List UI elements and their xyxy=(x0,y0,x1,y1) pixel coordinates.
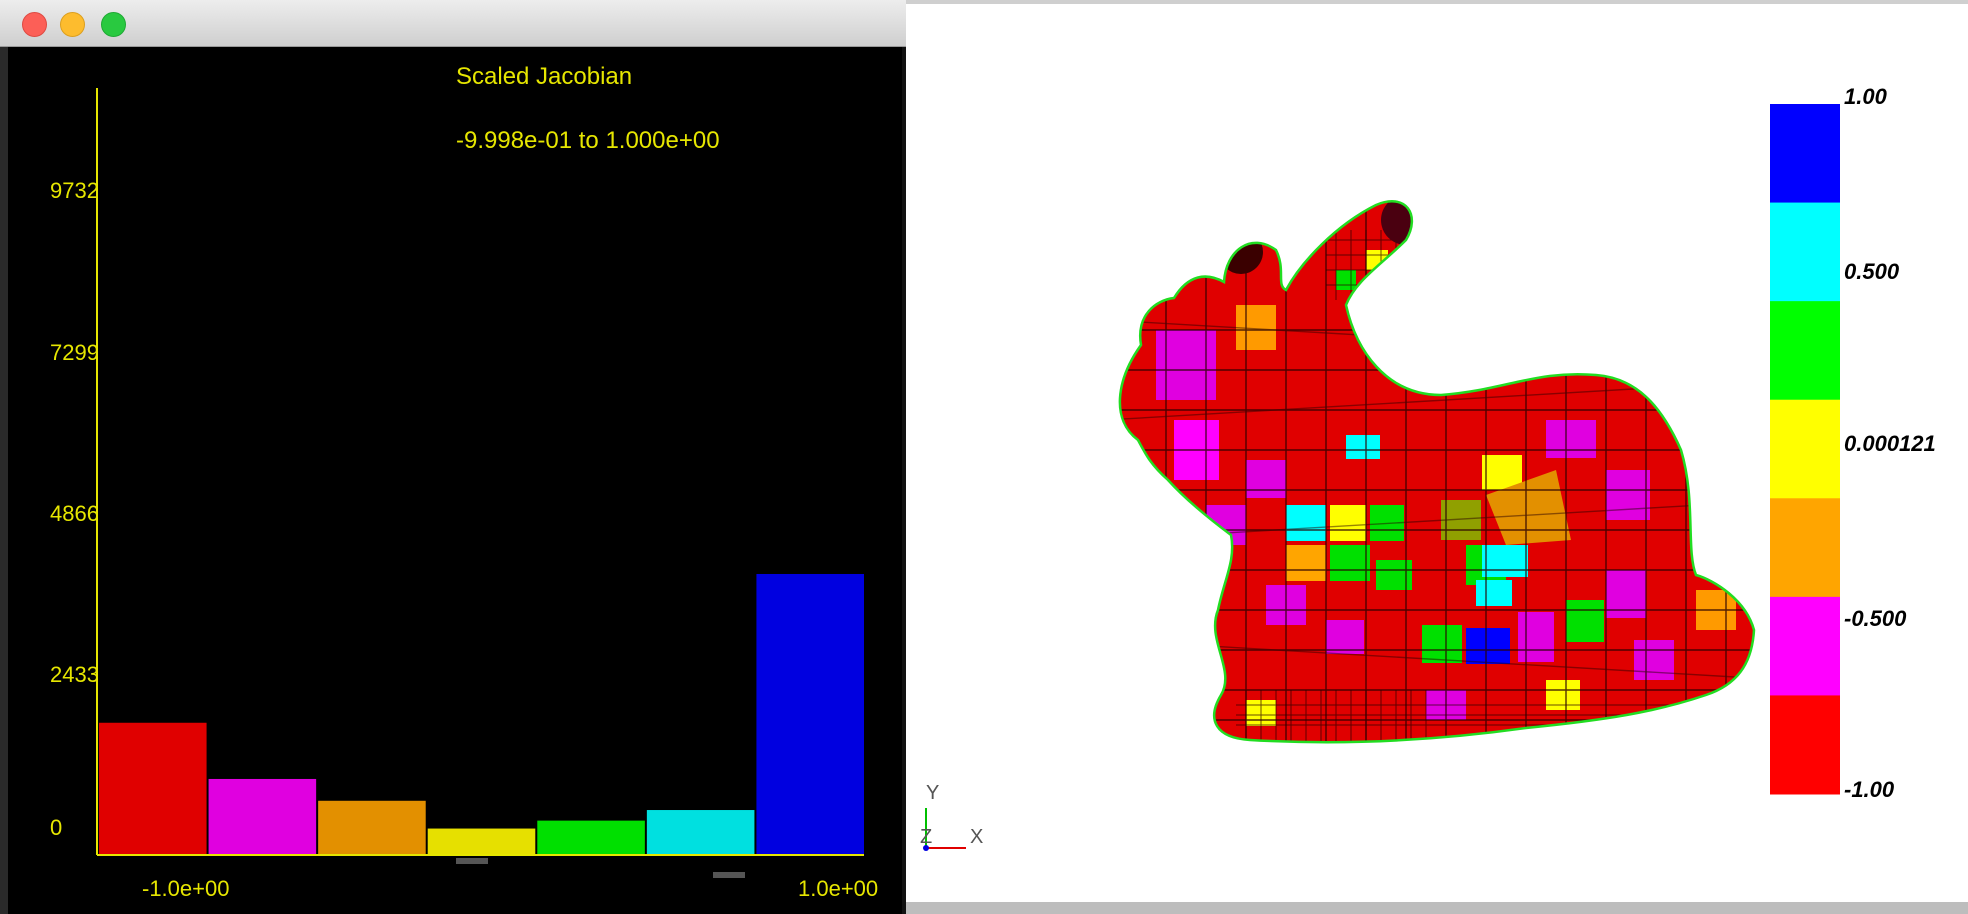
histogram-bar xyxy=(99,722,207,855)
histogram-bar xyxy=(318,800,426,855)
x-tick-labels: -1.0e+00 1.0e+00 xyxy=(142,876,878,901)
colorbar-label-0: 0.000121 xyxy=(1844,431,1936,456)
y-tick-label: 7299 xyxy=(50,340,99,365)
histogram-window: Scaled Jacobian -9.998e-01 to 1.000e+00 … xyxy=(0,0,906,914)
histogram-bar xyxy=(208,778,317,855)
histogram-bars xyxy=(99,573,864,855)
histogram-bar xyxy=(646,810,755,855)
y-tick-labels: 9732 7299 4866 2433 0 xyxy=(50,178,99,840)
view-bottom-border xyxy=(906,902,1968,914)
colorbar-segment xyxy=(1770,498,1840,598)
colorbar-label-0-5: 0.500 xyxy=(1844,259,1900,284)
y-tick-label: 0 xyxy=(50,815,62,840)
axis-label-x: X xyxy=(970,826,984,848)
colorbar-segment xyxy=(1770,301,1840,401)
x-tick-label: -1.0e+00 xyxy=(142,876,229,901)
axis-label-z: Z xyxy=(920,826,933,848)
colorbar-label-neg-1: -1.00 xyxy=(1844,777,1895,802)
mesh-view-window[interactable]: 1.00 0.500 0.000121 -0.500 -1.00 Y Z X xyxy=(906,0,1968,914)
x-tick-marker xyxy=(456,858,488,864)
chart-range-subtitle: -9.998e-01 to 1.000e+00 xyxy=(456,127,720,154)
colorbar-segment xyxy=(1770,104,1840,204)
axis-label-y: Y xyxy=(926,782,940,804)
y-tick-label: 2433 xyxy=(50,662,99,687)
x-tick-marker xyxy=(713,872,745,878)
histogram-bar xyxy=(427,828,536,855)
colorbar-segment xyxy=(1770,596,1840,696)
histogram-bar xyxy=(756,573,864,855)
colorbar-segment xyxy=(1770,399,1840,499)
colorbar-label-1: 1.00 xyxy=(1844,84,1887,109)
histogram-chart: Scaled Jacobian -9.998e-01 to 1.000e+00 … xyxy=(50,63,878,901)
colorbar-label-neg-0-5: -0.500 xyxy=(1844,606,1907,631)
y-tick-label: 9732 xyxy=(50,178,99,203)
colorbar-segment xyxy=(1770,695,1840,795)
chart-title: Scaled Jacobian xyxy=(456,63,632,90)
histogram-bar xyxy=(537,820,645,855)
color-bar xyxy=(1770,104,1840,795)
x-tick-label: 1.0e+00 xyxy=(798,876,878,901)
colorbar-segment xyxy=(1770,202,1840,302)
bunny-surface xyxy=(1119,201,1755,743)
bunny-mesh-render xyxy=(923,104,1840,851)
y-tick-label: 4866 xyxy=(50,501,99,526)
